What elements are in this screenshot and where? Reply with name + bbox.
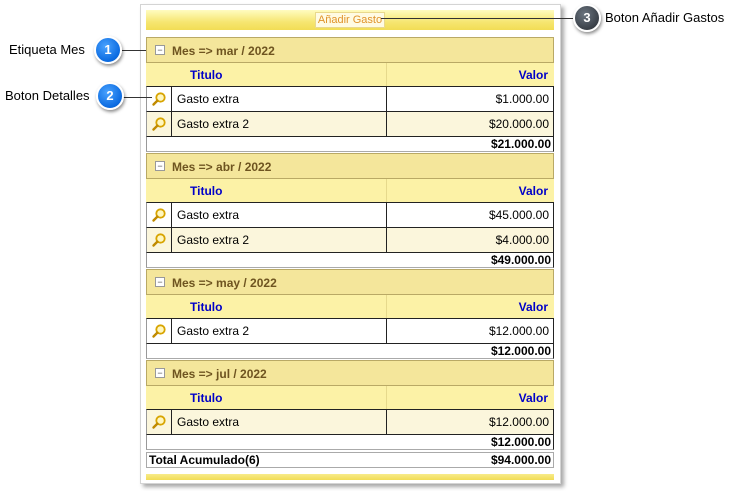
group-header-jul[interactable]: − Mes => jul / 2022 (146, 360, 554, 386)
callout-badge-2: 2 (96, 82, 124, 110)
column-header-value[interactable]: Valor (519, 391, 548, 405)
add-expense-button[interactable]: Añadir Gasto (314, 12, 386, 28)
magnifier-icon (152, 324, 166, 338)
group-label: Mes => mar / 2022 (172, 44, 275, 58)
details-button[interactable] (147, 203, 172, 227)
details-button[interactable] (147, 410, 172, 434)
callout-label-2: Boton Detalles (5, 88, 90, 103)
table-row[interactable]: Gasto extra $45.000.00 (146, 202, 554, 227)
group-label: Mes => may / 2022 (172, 276, 277, 290)
grid-footer (146, 474, 554, 480)
callout-line-3 (381, 18, 575, 19)
subtotal-value: $12.000.00 (490, 435, 551, 449)
group-label: Mes => abr / 2022 (172, 160, 272, 174)
cell-value: $12.000.00 (488, 324, 549, 338)
collapse-icon[interactable]: − (155, 368, 165, 378)
cell-value: $1.000.00 (495, 92, 549, 106)
group-subtotal: $12.000.00 (146, 343, 554, 359)
collapse-icon[interactable]: − (155, 277, 165, 287)
magnifier-icon (152, 92, 166, 106)
grand-total-label: Total Acumulado(6) (149, 453, 260, 467)
collapse-icon[interactable]: − (155, 161, 165, 171)
cell-title: Gasto extra 2 (177, 324, 250, 338)
group-subtotal: $21.000.00 (146, 136, 554, 152)
magnifier-icon (152, 117, 166, 131)
details-button[interactable] (147, 228, 172, 252)
column-header-title[interactable]: Titulo (190, 300, 222, 314)
subtotal-value: $21.000.00 (490, 137, 551, 151)
callout-line-1 (122, 50, 146, 51)
callout-badge-3: 3 (573, 4, 601, 32)
subtotal-value: $49.000.00 (490, 253, 551, 267)
callout-label-1: Etiqueta Mes (9, 42, 85, 57)
details-button[interactable] (147, 319, 172, 343)
column-header-title[interactable]: Titulo (190, 184, 222, 198)
grid-toolbar: Añadir Gasto (146, 10, 554, 30)
column-header-title[interactable]: Titulo (190, 391, 222, 405)
column-header-value[interactable]: Valor (519, 184, 548, 198)
table-row[interactable]: Gasto extra 2 $4.000.00 (146, 227, 554, 252)
table-row[interactable]: Gasto extra $1.000.00 (146, 86, 554, 111)
cell-value: $12.000.00 (488, 415, 549, 429)
callout-label-3: Boton Añadir Gastos (605, 10, 725, 25)
column-header-value[interactable]: Valor (519, 300, 548, 314)
cell-title: Gasto extra (177, 92, 240, 106)
table-row[interactable]: Gasto extra $12.000.00 (146, 409, 554, 434)
cell-title: Gasto extra (177, 208, 240, 222)
group-header-abr[interactable]: − Mes => abr / 2022 (146, 153, 554, 179)
collapse-icon[interactable]: − (155, 45, 165, 55)
cell-title: Gasto extra (177, 415, 240, 429)
grand-total-row: Total Acumulado(6) $94.000.00 (146, 452, 554, 468)
table-row[interactable]: Gasto extra 2 $20.000.00 (146, 111, 554, 136)
cell-value: $4.000.00 (495, 233, 549, 247)
magnifier-icon (152, 233, 166, 247)
group-label: Mes => jul / 2022 (172, 367, 267, 381)
group-header-mar[interactable]: − Mes => mar / 2022 (146, 37, 554, 63)
table-row[interactable]: Gasto extra 2 $12.000.00 (146, 318, 554, 343)
magnifier-icon (152, 415, 166, 429)
column-header-row: Titulo Valor (146, 179, 554, 202)
group-header-may[interactable]: − Mes => may / 2022 (146, 269, 554, 295)
cell-title: Gasto extra 2 (177, 233, 250, 247)
column-header-title[interactable]: Titulo (190, 68, 222, 82)
callout-badge-1: 1 (94, 36, 122, 64)
cell-title: Gasto extra 2 (177, 117, 250, 131)
group-subtotal: $12.000.00 (146, 434, 554, 450)
group-subtotal: $49.000.00 (146, 252, 554, 268)
details-button[interactable] (147, 112, 172, 136)
column-header-row: Titulo Valor (146, 386, 554, 409)
grand-total-value: $94.000.00 (490, 453, 551, 467)
column-header-row: Titulo Valor (146, 63, 554, 86)
callout-line-2 (122, 97, 152, 98)
cell-value: $20.000.00 (488, 117, 549, 131)
magnifier-icon (152, 208, 166, 222)
column-header-value[interactable]: Valor (519, 68, 548, 82)
subtotal-value: $12.000.00 (490, 344, 551, 358)
cell-value: $45.000.00 (488, 208, 549, 222)
column-header-row: Titulo Valor (146, 295, 554, 318)
details-button[interactable] (147, 87, 172, 111)
